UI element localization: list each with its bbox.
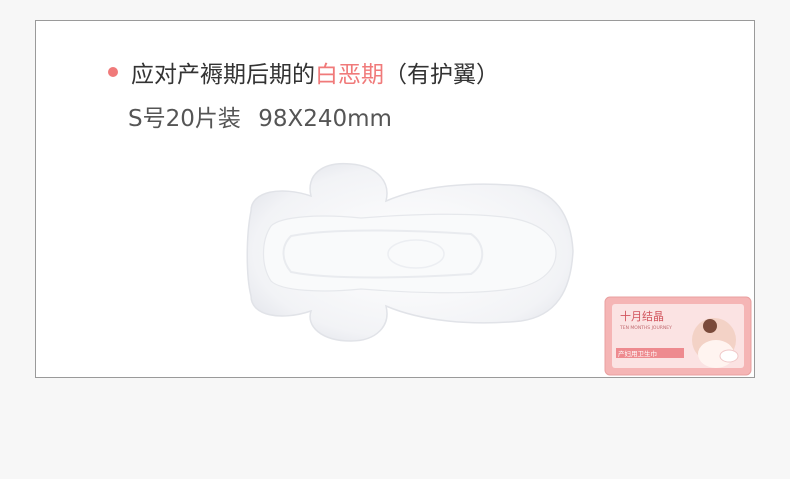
headline-suffix: （有护翼） <box>384 62 499 88</box>
product-card: 应对产褥期后期的 白恶期 （有护翼） S号20片装 98X240mm 十月结晶 … <box>35 20 755 378</box>
product-package-image: 十月结晶 TEN MONTHS JOURNEY 产妇用卫生巾 <box>604 296 752 376</box>
spec-size: 98X240mm <box>258 106 392 132</box>
package-brand-en: TEN MONTHS JOURNEY <box>619 325 672 331</box>
sanitary-pad-image <box>246 162 574 342</box>
bullet-dot-icon <box>108 67 118 77</box>
headline: 应对产褥期后期的 白恶期 （有护翼） <box>108 55 499 89</box>
spec-count: S号20片装 <box>128 106 241 132</box>
package-brand: 十月结晶 <box>620 309 664 323</box>
headline-highlight: 白恶期 <box>315 62 384 88</box>
headline-prefix: 应对产褥期后期的 <box>131 62 315 88</box>
package-product: 产妇用卫生巾 <box>618 349 657 358</box>
spec-line: S号20片装 98X240mm <box>128 99 392 133</box>
